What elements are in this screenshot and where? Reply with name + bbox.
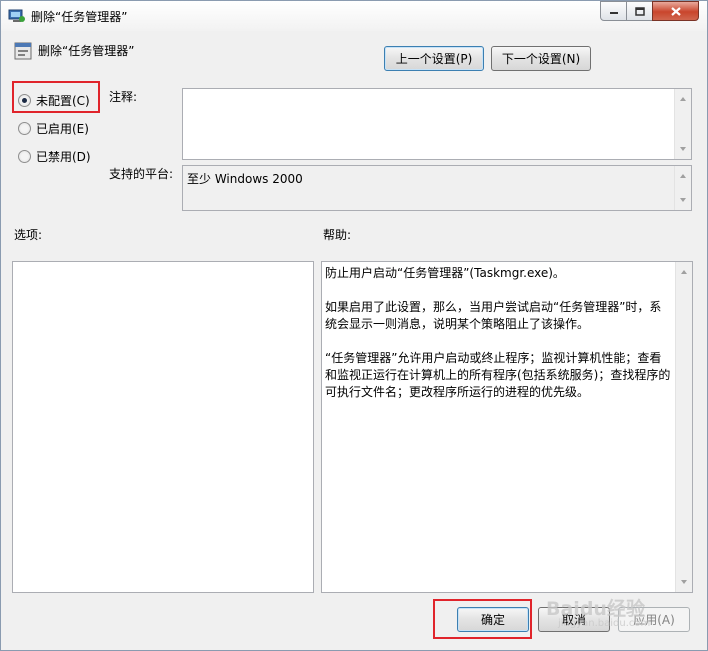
radio-disabled[interactable]: 已禁用(D) — [18, 148, 91, 165]
scroll-up-icon[interactable] — [680, 97, 686, 101]
previous-setting-button[interactable]: 上一个设置(P) — [384, 46, 484, 71]
comment-scrollbar[interactable] — [674, 89, 691, 159]
watermark-text: Baidu经验 — [546, 598, 645, 620]
help-panel: 防止用户启动“任务管理器”(Taskmgr.exe)。 如果启用了此设置，那么，… — [321, 261, 693, 593]
watermark: Baidu经验 jingyan.baidu.com — [546, 594, 650, 629]
policy-dialog: 删除“任务管理器” 删除“任务管理器” 上一个设置(P) 下一个设置(N) 未配… — [0, 0, 708, 651]
close-icon — [670, 6, 681, 16]
setting-title: 删除“任务管理器” — [38, 44, 135, 58]
policy-setting-icon — [14, 42, 32, 60]
scroll-up-icon[interactable] — [680, 174, 686, 178]
radio-button[interactable] — [18, 122, 31, 135]
radio-button[interactable] — [18, 150, 31, 163]
platform-field: 至少 Windows 2000 — [182, 165, 692, 211]
group-policy-icon — [8, 8, 26, 24]
close-button[interactable] — [652, 1, 699, 21]
comment-textarea[interactable] — [182, 88, 692, 160]
options-label: 选项: — [14, 228, 43, 242]
options-panel — [12, 261, 314, 593]
help-label: 帮助: — [323, 228, 352, 242]
title-bar[interactable]: 删除“任务管理器” — [1, 1, 707, 31]
help-scrollbar[interactable] — [675, 262, 692, 592]
scroll-down-icon[interactable] — [681, 580, 687, 584]
scroll-down-icon[interactable] — [680, 147, 686, 151]
maximize-button[interactable] — [626, 1, 653, 21]
highlight-box — [433, 599, 532, 639]
platform-scrollbar[interactable] — [674, 166, 691, 210]
radio-enabled[interactable]: 已启用(E) — [18, 120, 89, 137]
comment-label: 注释: — [109, 90, 138, 104]
minimize-button[interactable] — [600, 1, 627, 21]
platform-label: 支持的平台: — [109, 167, 174, 181]
minimize-icon — [609, 12, 618, 14]
scroll-down-icon[interactable] — [680, 198, 686, 202]
radio-label: 已禁用(D) — [36, 150, 91, 164]
window-title: 删除“任务管理器” — [31, 10, 128, 24]
scroll-up-icon[interactable] — [681, 270, 687, 274]
platform-value: 至少 Windows 2000 — [187, 172, 303, 186]
next-setting-button[interactable]: 下一个设置(N) — [491, 46, 591, 71]
radio-label: 已启用(E) — [36, 122, 89, 136]
maximize-icon — [634, 6, 645, 16]
highlight-box — [12, 81, 100, 113]
watermark-sub: jingyan.baidu.com — [558, 618, 651, 629]
help-text: 防止用户启动“任务管理器”(Taskmgr.exe)。 如果启用了此设置，那么，… — [325, 266, 671, 399]
